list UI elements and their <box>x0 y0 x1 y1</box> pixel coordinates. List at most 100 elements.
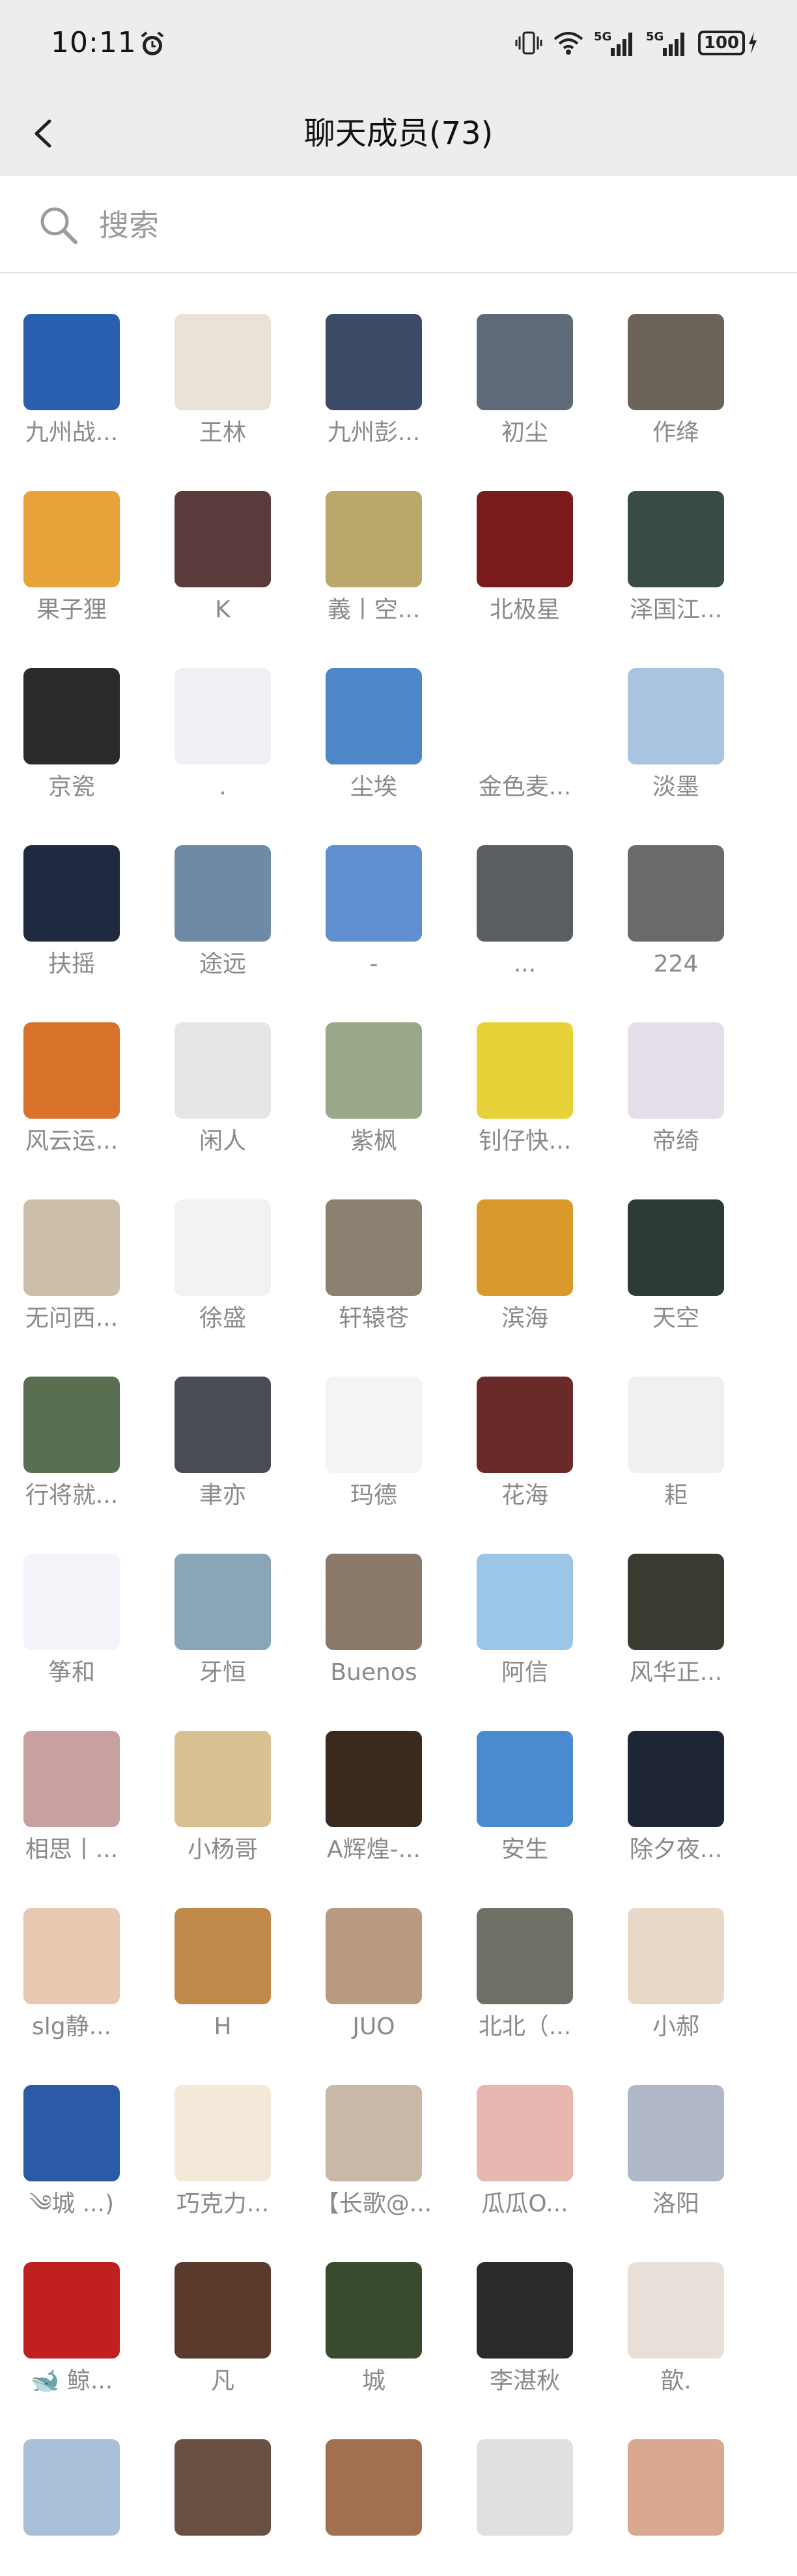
member-item[interactable]: 作绛 <box>604 273 748 451</box>
member-avatar[interactable] <box>23 845 120 942</box>
member-item[interactable]: 风华正... <box>604 1513 748 1690</box>
member-item[interactable]: ༄城 ...) <box>0 2045 143 2222</box>
member-avatar[interactable] <box>628 1554 724 1650</box>
member-item[interactable]: ... <box>453 805 596 982</box>
member-item[interactable]: 闲人 <box>151 982 294 1159</box>
member-item[interactable]: 歆. <box>604 2222 748 2399</box>
member-item[interactable]: 義丨空... <box>302 451 445 628</box>
member-item[interactable] <box>151 2399 294 2576</box>
member-item[interactable]: 筝和 <box>0 1513 143 1690</box>
member-item[interactable]: 玛德 <box>302 1336 445 1513</box>
member-item[interactable]: 牙恒 <box>151 1513 294 1690</box>
member-avatar[interactable] <box>326 1731 422 1827</box>
member-avatar[interactable] <box>628 845 724 942</box>
member-item[interactable]: 扶摇 <box>0 805 143 982</box>
member-avatar[interactable] <box>628 1022 724 1119</box>
member-avatar[interactable] <box>628 1199 724 1296</box>
member-avatar[interactable] <box>326 2085 422 2181</box>
member-item[interactable]: K <box>151 451 294 628</box>
member-avatar[interactable] <box>23 1377 120 1473</box>
member-item[interactable]: 李湛秋 <box>453 2222 596 2399</box>
member-avatar[interactable] <box>477 2262 573 2359</box>
member-avatar[interactable] <box>628 2085 724 2181</box>
member-avatar[interactable] <box>326 491 422 587</box>
member-item[interactable]: 洛阳 <box>604 2045 748 2222</box>
member-avatar[interactable] <box>628 2439 724 2536</box>
member-avatar[interactable] <box>326 1022 422 1119</box>
member-item[interactable] <box>604 2399 748 2576</box>
member-item[interactable]: 九州战... <box>0 273 143 451</box>
member-item[interactable]: H <box>151 1868 294 2045</box>
member-item[interactable]: 途远 <box>151 805 294 982</box>
member-item[interactable] <box>453 2399 596 2576</box>
member-avatar[interactable] <box>477 314 573 410</box>
member-item[interactable]: 尘埃 <box>302 628 445 805</box>
member-item[interactable]: 九州彭... <box>302 273 445 451</box>
member-item[interactable]: 风云运... <box>0 982 143 1159</box>
member-avatar[interactable] <box>175 1199 271 1296</box>
member-item[interactable]: - <box>302 805 445 982</box>
member-avatar[interactable] <box>175 668 271 764</box>
member-avatar[interactable] <box>477 2439 573 2536</box>
member-avatar[interactable] <box>175 2085 271 2181</box>
member-item[interactable]: A辉煌-... <box>302 1690 445 1868</box>
member-avatar[interactable] <box>175 1022 271 1119</box>
member-avatar[interactable] <box>628 1377 724 1473</box>
member-item[interactable]: Buenos <box>302 1513 445 1690</box>
member-avatar[interactable] <box>477 1908 573 2004</box>
member-item[interactable]: 花海 <box>453 1336 596 1513</box>
member-item[interactable]: 安生 <box>453 1690 596 1868</box>
member-item[interactable]: 【长歌@... <box>302 2045 445 2222</box>
member-item[interactable]: 小杨哥 <box>151 1690 294 1868</box>
member-avatar[interactable] <box>628 491 724 587</box>
member-avatar[interactable] <box>326 2439 422 2536</box>
member-avatar[interactable] <box>477 1554 573 1650</box>
member-avatar[interactable] <box>175 845 271 942</box>
member-item[interactable]: 轩辕苍 <box>302 1159 445 1336</box>
member-avatar[interactable] <box>23 2439 120 2536</box>
member-item[interactable]: 北极星 <box>453 451 596 628</box>
member-item[interactable]: 淡墨 <box>604 628 748 805</box>
member-item[interactable]: 巧克力... <box>151 2045 294 2222</box>
member-item[interactable]: 耟 <box>604 1336 748 1513</box>
member-item[interactable]: 相思丨... <box>0 1690 143 1868</box>
member-item[interactable]: 小郝 <box>604 1868 748 2045</box>
member-avatar[interactable] <box>23 314 120 410</box>
member-avatar[interactable] <box>628 668 724 764</box>
member-avatar[interactable] <box>326 1554 422 1650</box>
member-item[interactable]: 凡 <box>151 2222 294 2399</box>
member-item[interactable]: 聿亦 <box>151 1336 294 1513</box>
member-avatar[interactable] <box>23 2085 120 2181</box>
member-avatar[interactable] <box>477 1731 573 1827</box>
member-avatar[interactable] <box>628 1731 724 1827</box>
member-item[interactable]: 瓜瓜O... <box>453 2045 596 2222</box>
member-item[interactable]: 无问西... <box>0 1159 143 1336</box>
member-avatar[interactable] <box>175 2439 271 2536</box>
member-avatar[interactable] <box>175 1554 271 1650</box>
member-avatar[interactable] <box>477 1377 573 1473</box>
member-item[interactable]: 滨海 <box>453 1159 596 1336</box>
search-bar[interactable]: 搜索 <box>0 176 797 273</box>
member-item[interactable]: 泽国江... <box>604 451 748 628</box>
member-item[interactable]: . <box>151 628 294 805</box>
member-item[interactable]: 紫枫 <box>302 982 445 1159</box>
member-avatar[interactable] <box>175 314 271 410</box>
member-avatar[interactable] <box>23 1731 120 1827</box>
member-item[interactable]: slg静... <box>0 1868 143 2045</box>
member-avatar[interactable] <box>477 1022 573 1119</box>
member-item[interactable]: 徐盛 <box>151 1159 294 1336</box>
member-avatar[interactable] <box>477 1199 573 1296</box>
member-item[interactable]: JUO <box>302 1868 445 2045</box>
member-avatar[interactable] <box>477 2085 573 2181</box>
member-item[interactable]: 224 <box>604 805 748 982</box>
member-avatar[interactable] <box>23 668 120 764</box>
member-item[interactable]: 果子狸 <box>0 451 143 628</box>
member-item[interactable]: 金色麦... <box>453 628 596 805</box>
member-item[interactable]: 城 <box>302 2222 445 2399</box>
member-avatar[interactable] <box>23 1554 120 1650</box>
member-avatar[interactable] <box>628 1908 724 2004</box>
member-avatar[interactable] <box>175 2262 271 2359</box>
member-item[interactable]: 天空 <box>604 1159 748 1336</box>
member-avatar[interactable] <box>477 668 573 764</box>
member-avatar[interactable] <box>326 2262 422 2359</box>
